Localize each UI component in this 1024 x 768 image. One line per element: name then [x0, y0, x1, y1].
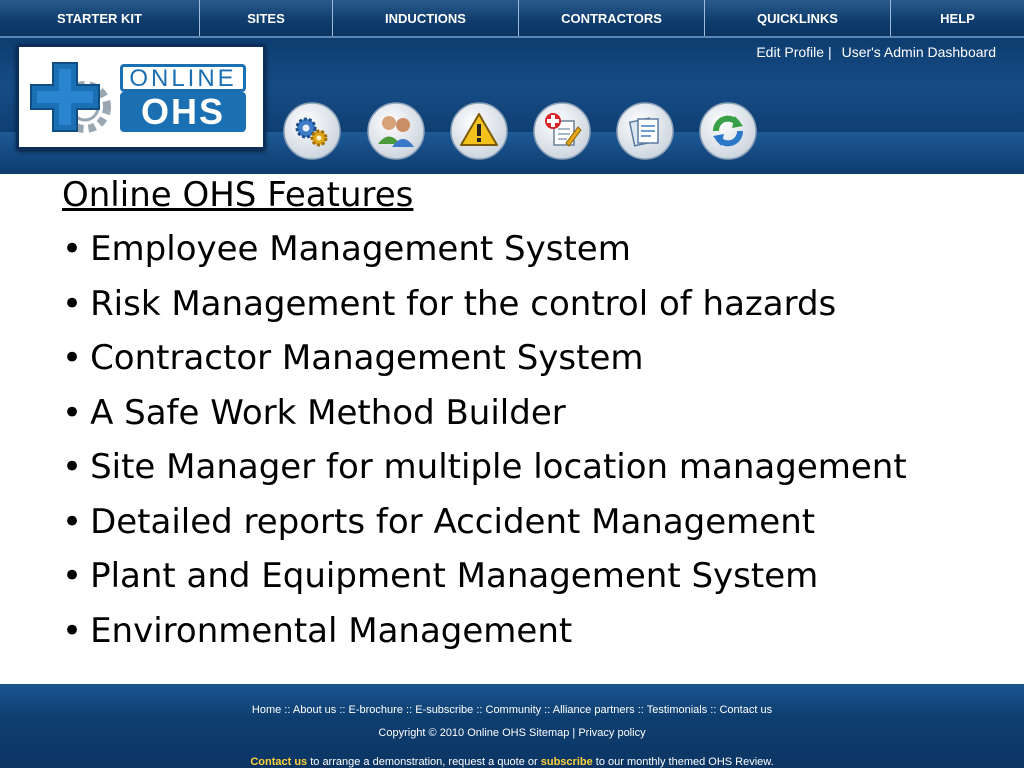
- feature-item: • A Safe Work Method Builder: [62, 386, 1012, 441]
- footer-copyright: Copyright © 2010 Online OHS Sitemap | Pr…: [0, 727, 1024, 739]
- feature-item: • Plant and Equipment Management System: [62, 549, 1012, 604]
- footer-link-separator: ::: [281, 704, 293, 716]
- footer-link-separator: ::: [402, 704, 416, 716]
- bullet: •: [62, 501, 83, 542]
- footer-link-separator: ::: [634, 704, 647, 716]
- online-ohs-logo[interactable]: ONLINE OHS: [16, 44, 266, 150]
- admin-dashboard-link[interactable]: User's Admin Dashboard: [842, 44, 996, 60]
- features-list: • Employee Management System • Risk Manage…: [62, 222, 1012, 658]
- features-title: Online OHS Features: [62, 175, 414, 215]
- footer-link-contact-us[interactable]: Contact us: [719, 704, 772, 716]
- medical-report-icon[interactable]: [532, 101, 592, 161]
- feature-item: • Risk Management for the control of haza…: [62, 277, 1012, 332]
- gears-icon[interactable]: [282, 101, 342, 161]
- cta-subscribe-link[interactable]: subscribe: [541, 756, 593, 768]
- cta-contact-us-link[interactable]: Contact us: [250, 756, 307, 768]
- feature-item: • Employee Management System: [62, 222, 1012, 277]
- nav-inductions[interactable]: INDUCTIONS: [333, 0, 519, 36]
- bullet: •: [62, 610, 83, 651]
- footer-link-community[interactable]: Community: [486, 704, 542, 716]
- feature-text: Contractor Management System: [90, 338, 644, 378]
- admin-links: Edit Profile | User's Admin Dashboard: [756, 44, 996, 60]
- footer-link-separator: ::: [707, 704, 720, 716]
- documents-icon[interactable]: [615, 101, 675, 161]
- feature-item: • Site Manager for multiple location mana…: [62, 440, 1012, 495]
- feature-item: • Contractor Management System: [62, 331, 1012, 386]
- bullet: •: [62, 283, 83, 324]
- feature-item: • Environmental Management: [62, 604, 1012, 659]
- footer-link-separator: ::: [336, 704, 349, 716]
- warning-icon[interactable]: [449, 101, 509, 161]
- feature-text: Detailed reports for Accident Management: [90, 501, 816, 542]
- nav-starter-kit[interactable]: STARTER KIT: [0, 0, 200, 36]
- cta-middle-text: to arrange a demonstration, request a qu…: [307, 756, 541, 768]
- footer: Home :: About us :: E-brochure :: E-subs…: [0, 684, 1024, 768]
- cross-gear-icon: [25, 57, 117, 146]
- feature-text: A Safe Work Method Builder: [90, 392, 566, 433]
- copyright-separator: |: [572, 727, 576, 739]
- footer-link-testimonials[interactable]: Testimonials: [647, 704, 708, 716]
- top-navigation: STARTER KIT SITES INDUCTIONS CONTRACTORS…: [0, 0, 1024, 38]
- nav-contractors[interactable]: CONTRACTORS: [519, 0, 705, 36]
- footer-link-home[interactable]: Home: [252, 704, 281, 716]
- feature-text: Risk Management for the control of hazar…: [90, 283, 837, 324]
- nav-sites[interactable]: SITES: [200, 0, 333, 36]
- features-content: Online OHS Features • Employee Management…: [62, 168, 1012, 658]
- logo-ohs-text: OHS: [120, 92, 246, 132]
- footer-link-separator: ::: [541, 704, 553, 716]
- footer-link-separator: ::: [473, 704, 486, 716]
- footer-link-e-subscribe[interactable]: E-subscribe: [415, 704, 473, 716]
- refresh-icon[interactable]: [698, 101, 758, 161]
- footer-link-about-us[interactable]: About us: [293, 704, 336, 716]
- feature-text: Site Manager for multiple location manag…: [90, 447, 907, 487]
- bullet: •: [62, 447, 83, 487]
- bullet: •: [62, 229, 83, 269]
- footer-link-alliance-partners[interactable]: Alliance partners: [553, 704, 635, 716]
- footer-link-e-brochure[interactable]: E-brochure: [349, 704, 403, 716]
- copyright-text: Copyright © 2010 Online OHS: [378, 727, 526, 739]
- feature-text: Employee Management System: [90, 229, 631, 269]
- feature-text: Plant and Equipment Management System: [90, 556, 819, 596]
- bullet: •: [62, 556, 83, 596]
- nav-help[interactable]: HELP: [891, 0, 1024, 36]
- cta-end-text: to our monthly themed OHS Review.: [592, 756, 774, 768]
- feature-item: • Detailed reports for Accident Managemen…: [62, 495, 1012, 550]
- feature-text: Environmental Management: [90, 610, 573, 651]
- nav-quicklinks[interactable]: QUICKLINKS: [705, 0, 891, 36]
- edit-profile-link[interactable]: Edit Profile: [756, 44, 824, 60]
- admin-links-separator: |: [828, 44, 832, 60]
- bullet: •: [62, 338, 83, 378]
- sitemap-link[interactable]: Sitemap: [529, 727, 569, 739]
- privacy-policy-link[interactable]: Privacy policy: [578, 727, 645, 739]
- footer-links: Home :: About us :: E-brochure :: E-subs…: [0, 704, 1024, 716]
- logo-online-text: ONLINE: [120, 64, 246, 92]
- footer-call-to-action: Contact us to arrange a demonstration, r…: [0, 756, 1024, 768]
- users-icon[interactable]: [366, 101, 426, 161]
- bullet: •: [62, 392, 83, 433]
